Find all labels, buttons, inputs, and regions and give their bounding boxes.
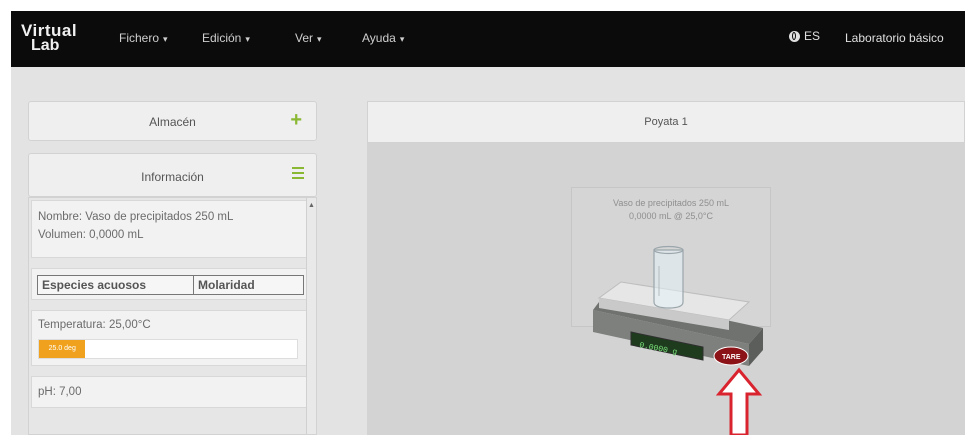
up-arrow-icon: [715, 367, 763, 435]
vessel-volume-line: Volumen: 0,0000 mL: [38, 229, 144, 241]
caret-down-icon: ▾: [399, 34, 405, 44]
menu-edicion[interactable]: Edición ▾: [202, 31, 250, 45]
vessel-name-line: Nombre: Vaso de precipitados 250 mL: [38, 211, 234, 223]
info-scrollbar[interactable]: ▲: [306, 198, 316, 434]
temperature-bar: 25.0 deg: [38, 339, 298, 359]
menu-ver[interactable]: Ver ▾: [295, 31, 322, 45]
bench-title: Poyata 1: [644, 116, 688, 128]
storage-title: Almacén: [149, 115, 196, 129]
add-icon[interactable]: +: [290, 110, 302, 130]
info-panel-header[interactable]: Información: [28, 153, 317, 197]
temperature-bar-fill: 25.0 deg: [39, 340, 86, 358]
app-window: Virtual Lab Fichero ▾ Edición ▾ Ver ▾ Ayuda…: [11, 11, 965, 435]
beaker-icon[interactable]: [653, 245, 684, 309]
ph-line: pH: 7,00: [38, 386, 82, 398]
vessel-info-card: Nombre: Vaso de precipitados 250 mL Volu…: [31, 200, 307, 258]
species-table: Especies acuosos Molaridad: [31, 268, 307, 300]
menu-edicion-label: Edición: [202, 31, 242, 45]
caret-down-icon: ▾: [163, 34, 168, 44]
temperature-card: Temperatura: 25,00°C 25.0 deg: [31, 310, 307, 366]
vessel-name-label: Vaso de precipitados 250 mL: [613, 198, 729, 208]
ph-card: pH: 7,00: [31, 376, 307, 408]
menu-fichero[interactable]: Fichero ▾: [119, 31, 168, 45]
menu-ayuda-label: Ayuda: [362, 31, 396, 45]
bench-header[interactable]: Poyata 1: [367, 101, 965, 143]
caret-down-icon: ▾: [317, 34, 322, 44]
globe-icon: [789, 30, 800, 42]
scroll-up-icon[interactable]: ▲: [308, 202, 315, 209]
language-selector[interactable]: ES: [789, 29, 820, 43]
caret-down-icon: ▾: [245, 34, 250, 44]
info-title: Información: [141, 170, 204, 184]
hamburger-icon[interactable]: [292, 167, 304, 179]
top-navbar: Virtual Lab Fichero ▾ Edición ▾ Ver ▾ Ayuda…: [11, 11, 965, 67]
logo-line2: Lab: [31, 37, 60, 54]
menu-fichero-label: Fichero: [119, 31, 160, 45]
virtual-lab-logo[interactable]: Virtual Lab: [21, 21, 91, 61]
species-column-header: Especies acuosos: [37, 275, 194, 295]
menu-ver-label: Ver: [295, 31, 314, 45]
storage-panel-header[interactable]: Almacén +: [28, 101, 317, 141]
molarity-column-header: Molaridad: [193, 275, 304, 295]
temperature-line: Temperatura: 25,00°C: [38, 319, 151, 331]
tare-label: TARE: [722, 354, 741, 361]
analytical-balance[interactable]: 0.0000 g TARE: [581, 236, 781, 435]
info-panel: Nombre: Vaso de precipitados 250 mL Volu…: [28, 197, 317, 435]
lab-title[interactable]: Laboratorio básico: [845, 31, 944, 45]
menu-ayuda[interactable]: Ayuda ▾: [362, 31, 404, 45]
vessel-readout-label: 0,0000 mL @ 25,0°C: [629, 211, 713, 221]
language-code: ES: [804, 29, 821, 43]
